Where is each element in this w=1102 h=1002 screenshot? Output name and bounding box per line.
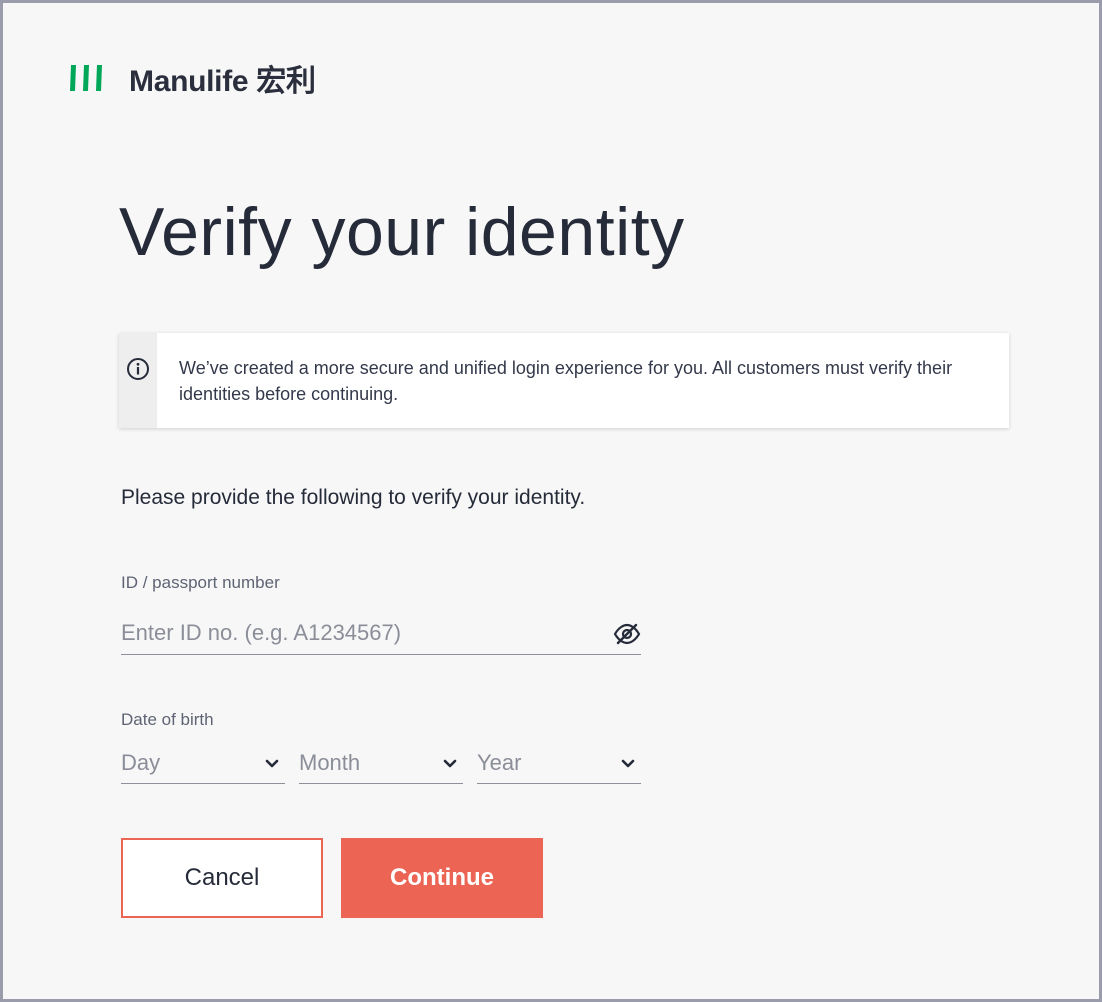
chevron-down-icon <box>621 759 635 768</box>
chevron-down-icon <box>265 759 279 768</box>
day-select-value: Day <box>121 750 161 775</box>
cancel-button[interactable]: Cancel <box>121 838 323 918</box>
year-select[interactable]: Year <box>477 745 641 784</box>
month-select[interactable]: Month <box>299 745 463 784</box>
manulife-logo: Manulife 宏利 <box>69 61 316 98</box>
brand-name: Manulife 宏利 <box>129 65 316 98</box>
day-select[interactable]: Day <box>121 745 285 784</box>
notice-text: We’ve created a more secure and unified … <box>179 358 953 404</box>
id-field <box>121 613 641 655</box>
id-field-label: ID / passport number <box>121 573 280 592</box>
chevron-down-icon <box>443 759 457 768</box>
verification-page: Manulife 宏利 Verify your identity We’ve c… <box>0 0 1102 1002</box>
date-of-birth-label: Date of birth <box>121 710 214 729</box>
manulife-logo-icon <box>70 65 102 91</box>
info-notice: We’ve created a more secure and unified … <box>119 333 1009 428</box>
id-passport-input[interactable] <box>121 613 601 653</box>
notice-icon-panel <box>119 333 158 428</box>
month-select-value: Month <box>299 750 361 775</box>
instruction-text: Please provide the following to verify y… <box>121 486 586 509</box>
eye-off-icon[interactable] <box>613 623 641 645</box>
continue-button[interactable]: Continue <box>341 838 543 918</box>
year-select-value: Year <box>477 750 522 775</box>
info-icon <box>127 358 150 380</box>
page-title: Verify your identity <box>119 194 685 270</box>
